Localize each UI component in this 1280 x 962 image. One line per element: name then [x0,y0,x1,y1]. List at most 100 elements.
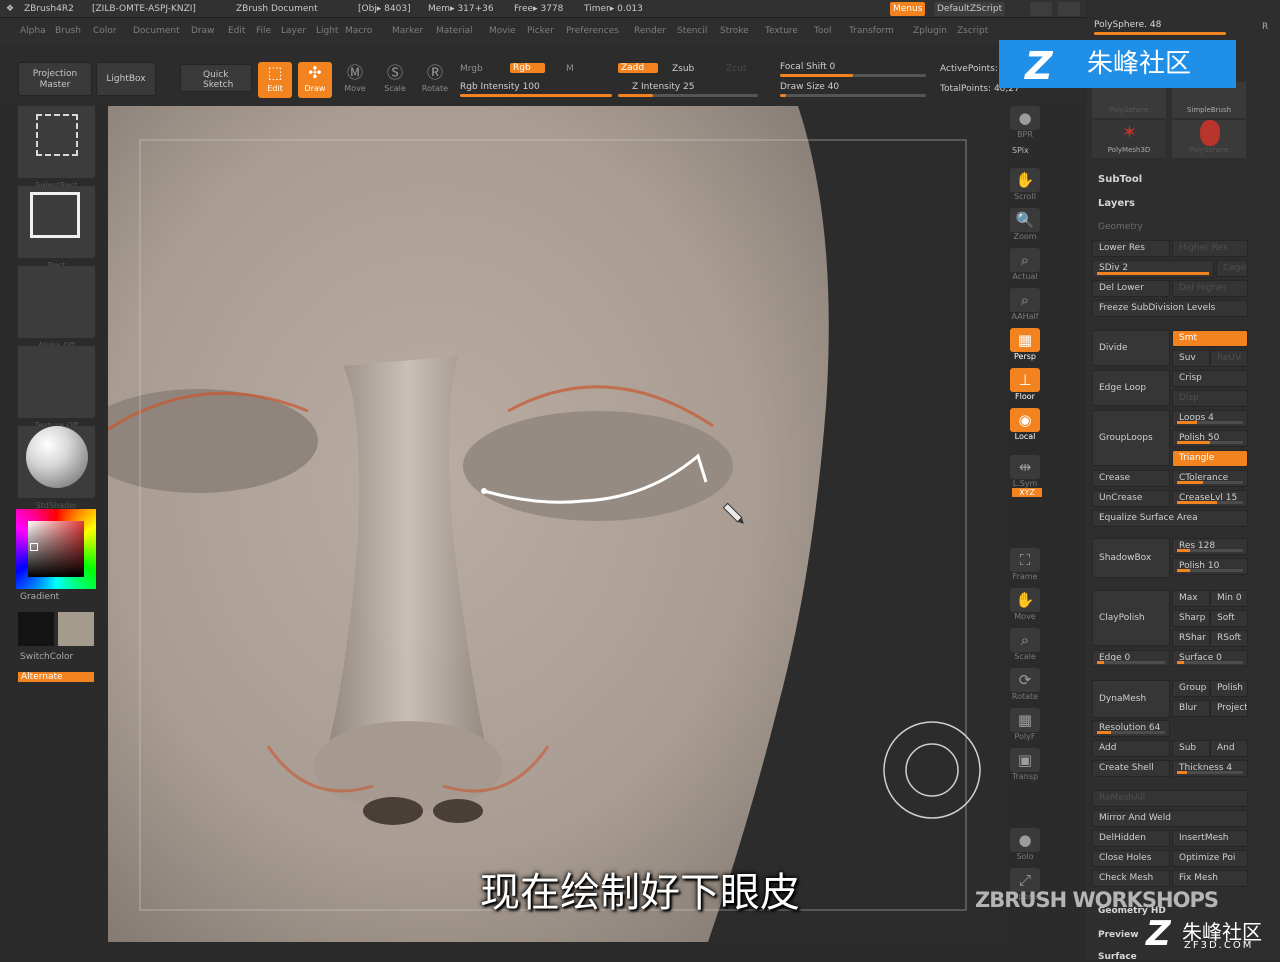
expand-icon[interactable] [1058,2,1080,16]
viewport-canvas[interactable] [108,106,1008,942]
zadd-button[interactable]: Zadd [618,63,659,73]
thickness-slider[interactable]: Thickness 4 [1172,760,1248,777]
resolution-slider[interactable]: Resolution 64 [1092,720,1170,737]
menu-material[interactable]: Material [436,18,473,44]
xyz-button[interactable]: XYZ [1012,488,1042,497]
creaselvl-slider[interactable]: CreaseLvl 15 [1172,490,1248,507]
claypolish-button[interactable]: ClayPolish [1092,590,1170,646]
suv-button[interactable]: Suv [1172,350,1210,367]
surface-slider[interactable]: Surface 0 [1172,650,1248,667]
scale-button[interactable]: ⌕ Scale [1002,628,1048,664]
crease-button[interactable]: Crease [1092,470,1170,487]
menu-tool[interactable]: Tool [814,18,831,44]
menu-macro[interactable]: Macro [345,18,372,44]
script-button[interactable]: DefaultZScript [934,2,1006,16]
and-button[interactable]: And [1210,740,1248,757]
secondary-color-swatch[interactable] [18,612,54,646]
color-picker[interactable] [16,509,96,589]
z-intensity-track[interactable] [618,94,758,97]
actual-button[interactable]: ⌕ Actual [1002,248,1048,284]
spix-slider[interactable]: SPix [1012,146,1029,155]
transp-button[interactable]: ▣ Transp [1002,748,1048,784]
draw-button[interactable]: ✣ Draw [298,62,332,98]
menu-draw[interactable]: Draw [191,18,215,44]
menus-button[interactable]: Menus [890,2,926,16]
r-button[interactable]: R [1262,22,1268,32]
menu-render[interactable]: Render [634,18,666,44]
blur-slider[interactable]: Blur [1172,700,1210,717]
rgb-intensity-track[interactable] [460,94,612,97]
zoom-button[interactable]: 🔍 Zoom [1002,208,1048,244]
rgb-intensity-slider[interactable]: Rgb Intensity 100 [460,82,540,92]
menu-marker[interactable]: Marker [392,18,423,44]
material-thumbnail[interactable]: StdShader [18,426,95,510]
local-button[interactable]: ◉ Local [1002,408,1048,444]
lightbox-button[interactable]: LightBox [96,62,156,96]
stroke-thumbnail[interactable]: SelectRect [18,106,95,190]
edge-slider[interactable]: Edge 0 [1092,650,1170,667]
polish3-button[interactable]: Polish [1210,680,1248,697]
menu-layer[interactable]: Layer [281,18,306,44]
subtool-header[interactable]: SubTool [1098,174,1142,185]
gradient-label[interactable]: Gradient [20,592,59,602]
menu-color[interactable]: Color [93,18,117,44]
group-button[interactable]: Group [1172,680,1210,697]
collapse-icon[interactable] [1030,2,1052,16]
quick-sketch-button[interactable]: Quick Sketch [180,64,252,92]
menu-preferences[interactable]: Preferences [566,18,619,44]
frame-button[interactable]: ⛶ Frame [1002,548,1048,584]
mirror-and-weld-button[interactable]: Mirror And Weld [1092,810,1248,827]
menu-alpha[interactable]: Alpha [20,18,46,44]
smt-button[interactable]: Smt [1172,330,1248,347]
min-slider[interactable]: Min 0 [1210,590,1248,607]
lower-res-button[interactable]: Lower Res [1092,240,1170,257]
alternate-button[interactable]: Alternate [18,672,94,682]
crisp-button[interactable]: Crisp [1172,370,1248,387]
menu-file[interactable]: File [256,18,271,44]
polyf-button[interactable]: ▦ PolyF [1002,708,1048,744]
focal-shift-track[interactable] [780,74,926,77]
menu-edit[interactable]: Edit [228,18,245,44]
projection-master-button[interactable]: Projection Master [18,62,92,96]
higher-res-button[interactable]: Higher Res [1172,240,1248,257]
layers-header[interactable]: Layers [1098,198,1135,209]
geometry-header[interactable]: Geometry [1098,222,1143,232]
divide-button[interactable]: Divide [1092,330,1170,366]
draw-size-track[interactable] [780,94,926,97]
menu-transform[interactable]: Transform [849,18,894,44]
polish-slider[interactable]: Polish 50 [1172,430,1248,447]
loops-slider[interactable]: Loops 4 [1172,410,1248,427]
res-slider[interactable]: Res 128 [1172,538,1248,555]
texture-thumbnail[interactable]: Texture Off [18,346,95,430]
shadowbox-button[interactable]: ShadowBox [1092,538,1170,578]
switch-color-button[interactable]: SwitchColor [20,652,73,662]
primary-color-swatch[interactable] [58,612,94,646]
zcut-button[interactable]: Zcut [726,64,746,74]
bpr-button[interactable]: ● BPR [1002,106,1048,142]
soft-button[interactable]: Soft [1210,610,1248,627]
menu-stencil[interactable]: Stencil [677,18,707,44]
menu-zplugin[interactable]: Zplugin [913,18,947,44]
insertmesh-button[interactable]: InsertMesh [1172,830,1248,847]
sharp-button[interactable]: Sharp [1172,610,1210,627]
freeze-subdivision-button[interactable]: Freeze SubDivision Levels [1092,300,1248,317]
menu-brush[interactable]: Brush [55,18,81,44]
menu-stroke[interactable]: Stroke [720,18,749,44]
menu-light[interactable]: Light [316,18,338,44]
focal-shift-slider[interactable]: Focal Shift 0 [780,62,835,72]
alpha-off-thumbnail[interactable]: Alpha Off [18,266,95,350]
aahalf-button[interactable]: ⌕ AAHalf [1002,288,1048,324]
scroll-button[interactable]: ✋ Scroll [1002,168,1048,204]
rshar-button[interactable]: RShar [1172,630,1210,647]
project-button[interactable]: Project [1210,700,1248,717]
surface-header[interactable]: Surface [1098,952,1137,962]
lsym-button[interactable]: ⇹ L.Sym [1002,455,1048,491]
sub-button[interactable]: Sub [1172,740,1210,757]
zsub-button[interactable]: Zsub [672,64,694,74]
edge-loop-button[interactable]: Edge Loop [1092,370,1170,406]
preview-header[interactable]: Preview [1098,930,1139,940]
delhidden-button[interactable]: DelHidden [1092,830,1170,847]
tool-slider[interactable] [1094,32,1226,35]
floor-button[interactable]: ⊥ Floor [1002,368,1048,404]
edit-button[interactable]: ⬚ Edit [258,62,292,98]
